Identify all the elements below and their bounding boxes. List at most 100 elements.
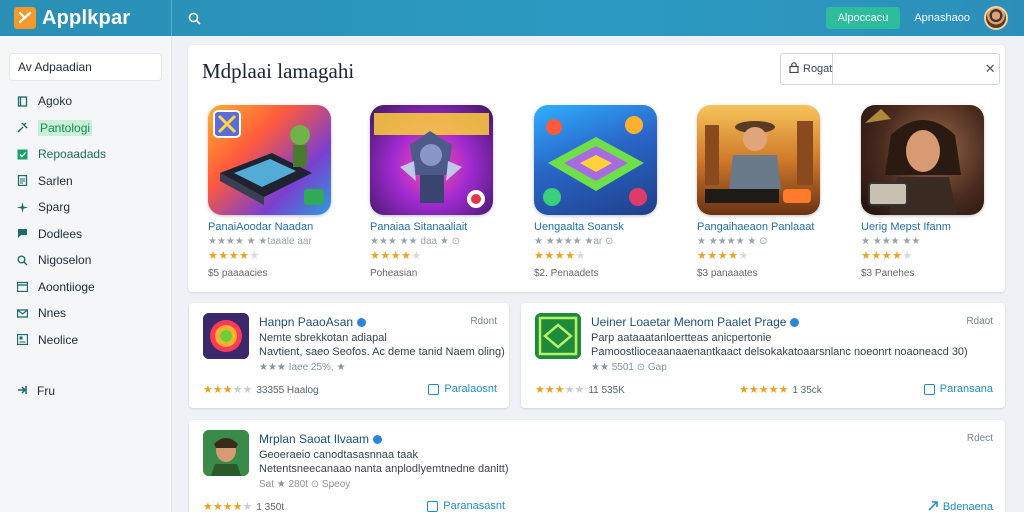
sidebar-item-label: Nnes bbox=[38, 306, 67, 321]
user-avatar[interactable] bbox=[984, 6, 1008, 30]
search-icon bbox=[17, 255, 28, 266]
share-label: Bdenaena bbox=[942, 501, 993, 512]
sidebar-footer-link[interactable]: Fru bbox=[17, 384, 55, 398]
main-content: Mdplaai lamagahi Rogat ✕ PanaiAoodar Naa… bbox=[188, 45, 1006, 512]
sidebar-item-dodlees[interactable]: Dodlees bbox=[10, 221, 161, 248]
install-label: Paransana bbox=[939, 383, 993, 395]
install-button[interactable]: Paransana bbox=[923, 383, 993, 395]
app-description: Navtient, saeo Seofos. Ac deme tanid Nae… bbox=[259, 346, 505, 358]
app-artwork bbox=[370, 105, 493, 215]
app-meta: ★★★ Iaee 25%, ★ bbox=[259, 362, 346, 373]
featured-apps: PanaiAoodar Naadan ★★★★ ★ ★taaale aar ★★… bbox=[208, 105, 988, 285]
app-tag: Rdect bbox=[966, 433, 993, 444]
featured-app-tile[interactable]: PanaiAoodar Naadan ★★★★ ★ ★taaale aar ★★… bbox=[208, 105, 348, 279]
page-title: Mdplaai lamagahi bbox=[202, 59, 355, 83]
app-icon bbox=[203, 313, 249, 359]
search-scope-label: Rogat bbox=[803, 63, 833, 75]
search-icon[interactable] bbox=[184, 8, 204, 28]
sidebar-item-agoko[interactable]: Agoko bbox=[10, 88, 161, 115]
sidebar-item-label: Sarlen bbox=[38, 173, 73, 188]
sidebar-item-nnes[interactable]: Nnes bbox=[10, 300, 161, 327]
search-scope-button[interactable]: Rogat bbox=[781, 54, 834, 84]
share-button[interactable]: Bdenaena bbox=[928, 500, 993, 512]
app-title-text: Hanpn PaaoAsan bbox=[259, 315, 354, 329]
star-rating: ★★★★★ bbox=[370, 250, 422, 262]
sidebar-item-label: Dodlees bbox=[38, 226, 83, 241]
star-rating: ★★★★★ bbox=[861, 250, 913, 262]
app-description: Netentsneecanaao nanta anplodlyemtnedne … bbox=[259, 463, 509, 475]
featured-app-tile[interactable]: Pangaihaeaon Panlaaat ★ ★★★★ ★ ⊙ ★★★★★ $… bbox=[697, 105, 837, 279]
app-subtitle: ★ ★★★★ ★ ⊙ bbox=[697, 236, 768, 247]
sidebar-header-label: Av Adpaadian bbox=[18, 60, 92, 74]
search-input[interactable] bbox=[833, 54, 982, 84]
star-rating: ★★★★★ bbox=[534, 250, 586, 262]
top-bar: Applkpar Alpoccacu Apnashaoo bbox=[0, 0, 1024, 36]
calendar-icon bbox=[17, 281, 28, 293]
featured-app-tile[interactable]: Uerig Mepst Ifanm ★ ★★★ ★★ ★★★★★ $3 Pane… bbox=[861, 105, 1001, 279]
app-card[interactable]: Mrplan Saoat Ilvaam Rdect Geoeraeio cano… bbox=[189, 420, 1005, 512]
verified-icon bbox=[357, 317, 367, 327]
app-title: Mrplan Saoat Ilvaam bbox=[259, 432, 383, 446]
app-description: Parp aataaatanloertteas anicpertonie bbox=[591, 332, 772, 344]
star-rating: ★★★★★ 11 535K bbox=[535, 384, 625, 396]
lock-icon bbox=[789, 62, 799, 76]
review-count: Poheasian bbox=[370, 268, 418, 279]
review-count: $3 Panehes bbox=[861, 268, 915, 279]
sidebar: Av Adpaadian Agoko Pantologi Repoaadads … bbox=[0, 36, 172, 512]
sidebar-item-sparg[interactable]: Sparg bbox=[10, 194, 161, 221]
app-title: Ueiner Loaetar Menom Paalet Prage bbox=[591, 315, 800, 329]
chat-icon bbox=[17, 228, 28, 239]
sidebar-item-neolice[interactable]: Neolice bbox=[10, 327, 161, 354]
sidebar-item-label: Neolice bbox=[38, 332, 79, 347]
sidebar-item-nigoselon[interactable]: Nigoselon bbox=[10, 247, 161, 274]
verified-icon bbox=[790, 317, 800, 327]
app-meta: Sat ★ 280t ⊙ Speoy bbox=[259, 479, 351, 490]
app-icon bbox=[203, 430, 249, 476]
app-name: Applkpar bbox=[42, 6, 131, 29]
app-name: Panaiaa Sitanaaliait bbox=[370, 221, 468, 233]
featured-app-tile[interactable]: Panaiaa Sitanaaliait ★★★ ★★ daa ★ ⊙ ★★★★… bbox=[370, 105, 510, 279]
sidebar-item-label: Sparg bbox=[38, 200, 71, 215]
featured-app-tile[interactable]: Uengaalta Soansk ★ ★★★★ ★ar ⊙ ★★★★★ $2. … bbox=[534, 105, 674, 279]
rating-count: 11 535K bbox=[588, 385, 625, 396]
grid-icon bbox=[17, 149, 28, 160]
app-artwork bbox=[534, 105, 657, 215]
install-icon bbox=[427, 500, 439, 512]
star-rating: ★★★★★ 1 350t bbox=[203, 501, 285, 512]
app-artwork bbox=[697, 105, 820, 215]
app-icon bbox=[535, 313, 581, 359]
app-description: Nemte sbrekkotan adiapal bbox=[259, 332, 387, 344]
primary-cta-button[interactable]: Alpoccacu bbox=[825, 7, 901, 29]
sidebar-item-label: Nigoselon bbox=[38, 253, 92, 268]
sidebar-item-label: Repoaadads bbox=[38, 147, 107, 162]
app-card[interactable]: Ueiner Loaetar Menom Paalet Prage Rdaot … bbox=[521, 303, 1005, 408]
mail-icon bbox=[17, 308, 28, 319]
app-name: Pangaihaeaon Panlaaat bbox=[697, 221, 815, 233]
sidebar-header[interactable]: Av Adpaadian bbox=[10, 54, 161, 80]
sidebar-item-pantologi[interactable]: Pantologi bbox=[10, 115, 161, 142]
sidebar-footer-label: Fru bbox=[37, 384, 55, 398]
install-button[interactable]: Paranasasnt bbox=[427, 500, 505, 512]
account-link[interactable]: Apnashaoo bbox=[910, 12, 974, 24]
brand[interactable]: Applkpar bbox=[0, 0, 172, 36]
close-icon[interactable]: ✕ bbox=[981, 61, 999, 77]
app-subtitle: ★★★ ★★ daa ★ ⊙ bbox=[370, 236, 460, 247]
sidebar-item-label: Pantologi bbox=[38, 119, 93, 136]
sidebar-item-repoaadads[interactable]: Repoaadads bbox=[10, 141, 161, 168]
app-title-text: Mrplan Saoat Ilvaam bbox=[259, 432, 370, 446]
verified-icon bbox=[373, 434, 383, 444]
sidebar-nav: Agoko Pantologi Repoaadads Sarlen Sparg … bbox=[10, 88, 161, 353]
sidebar-item-sarlen[interactable]: Sarlen bbox=[10, 168, 161, 195]
app-artwork bbox=[861, 105, 984, 215]
app-title: Hanpn PaaoAsan bbox=[259, 315, 367, 329]
app-card[interactable]: Hanpn PaaoAsan Rdont Nemte sbrekkotan ad… bbox=[189, 303, 509, 408]
app-name: Uengaalta Soansk bbox=[534, 221, 624, 233]
app-description: Pamoostlioceaanaaenantkaact delsokakatoa… bbox=[591, 346, 968, 358]
star-rating: ★★★★★ 33355 Haalog bbox=[203, 384, 319, 396]
sidebar-item-label: Agoko bbox=[38, 94, 73, 109]
install-button[interactable]: Paralaosnt bbox=[428, 383, 497, 395]
sidebar-item-aoontiioge[interactable]: Aoontiioge bbox=[10, 274, 161, 301]
review-count: $2. Penaadets bbox=[534, 268, 599, 279]
rating-count: 1 350t bbox=[256, 502, 285, 512]
app-artwork bbox=[208, 105, 331, 215]
